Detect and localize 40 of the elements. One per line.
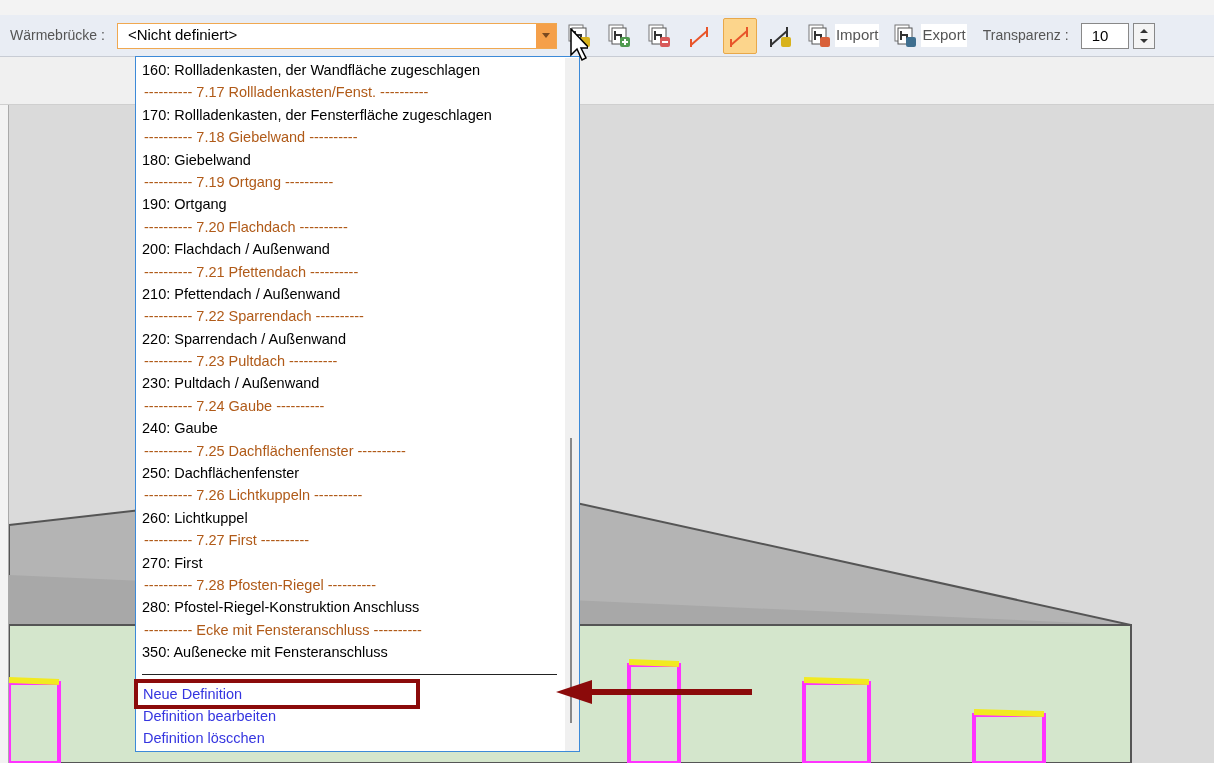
group-header: ---------- 7.25 Dachflächenfenster ---------- [143,441,407,461]
list-item[interactable]: 240: Gaube [142,417,565,440]
list-item[interactable]: 190: Ortgang [142,193,565,216]
list-item[interactable]: 270: First [142,551,565,574]
group-header: ---------- 7.20 Flachdach ---------- [143,217,349,237]
list-item[interactable]: 220: Sparrendach / Außenwand [142,327,565,351]
list-item[interactable]: 200: Flachdach / Außenwand [142,238,565,261]
group-header: ---------- 7.24 Gaube ---------- [143,396,326,416]
group-header: ---------- 7.28 Pfosten-Riegel ---------- [143,576,377,595]
action-link[interactable]: Definition löscchen [142,727,265,750]
list-item[interactable]: 250: Dachflächenfenster [142,462,565,485]
number-input[interactable]: 10 [1080,22,1129,49]
number-spinner[interactable]: 10 [1080,22,1155,49]
group-header: ---------- 7.18 Giebelwand ---------- [143,128,359,148]
document-icon [646,22,673,49]
action-link[interactable]: Definition bearbeiten [142,704,276,728]
list-item[interactable]: 280: Pfostel-Riegel-Konstruktion Anschluss [142,596,565,619]
field-label: Wärmebrücke : [10,26,105,45]
group-header: ---------- 7.19 Ortgang ---------- [143,172,335,192]
list-item[interactable]: 180: Giebelwand [142,148,565,171]
list-item[interactable]: 230: Pultdach / Außenwand [142,372,565,395]
list-item[interactable]: 170: Rollladenkasten, der Fensterfläche zugeschlagen [142,103,565,127]
field-label: Transparenz : [982,26,1069,45]
toolbar-button[interactable]: Import [802,17,884,54]
combo-box[interactable]: <Nicht definiert> [116,22,557,49]
spinner-arrows-icon[interactable] [1132,22,1155,49]
group-header: ---------- 7.22 Sparrendach ---------- [143,307,365,327]
group-header: ---------- 7.27 First ---------- [143,531,311,551]
toolbar-button[interactable]: Export [889,17,971,54]
list-item[interactable]: 260: Lichtkuppel [142,506,565,530]
group-header: ---------- 7.21 Pfettendach ---------- [143,262,360,282]
document-icon [606,22,633,49]
list-item[interactable]: 350: Außenecke mit Fensteranschluss [142,641,565,664]
group-header: ---------- Ecke mit Fensteranschluss ---------- [143,620,423,640]
group-header: ---------- 7.23 Pultdach ---------- [143,352,339,372]
document-icon [806,22,833,49]
list-item[interactable]: 160: Rollladenkasten, der Wandfläche zugeschlagen [142,59,565,82]
group-header: ---------- 7.26 Lichtkuppeln ---------- [143,486,364,506]
list-item[interactable]: 210: Pfettendach / Außenwand [142,282,565,306]
group-header: ---------- 7.17 Rollladenkasten/Fenst. ---------- [143,83,430,103]
